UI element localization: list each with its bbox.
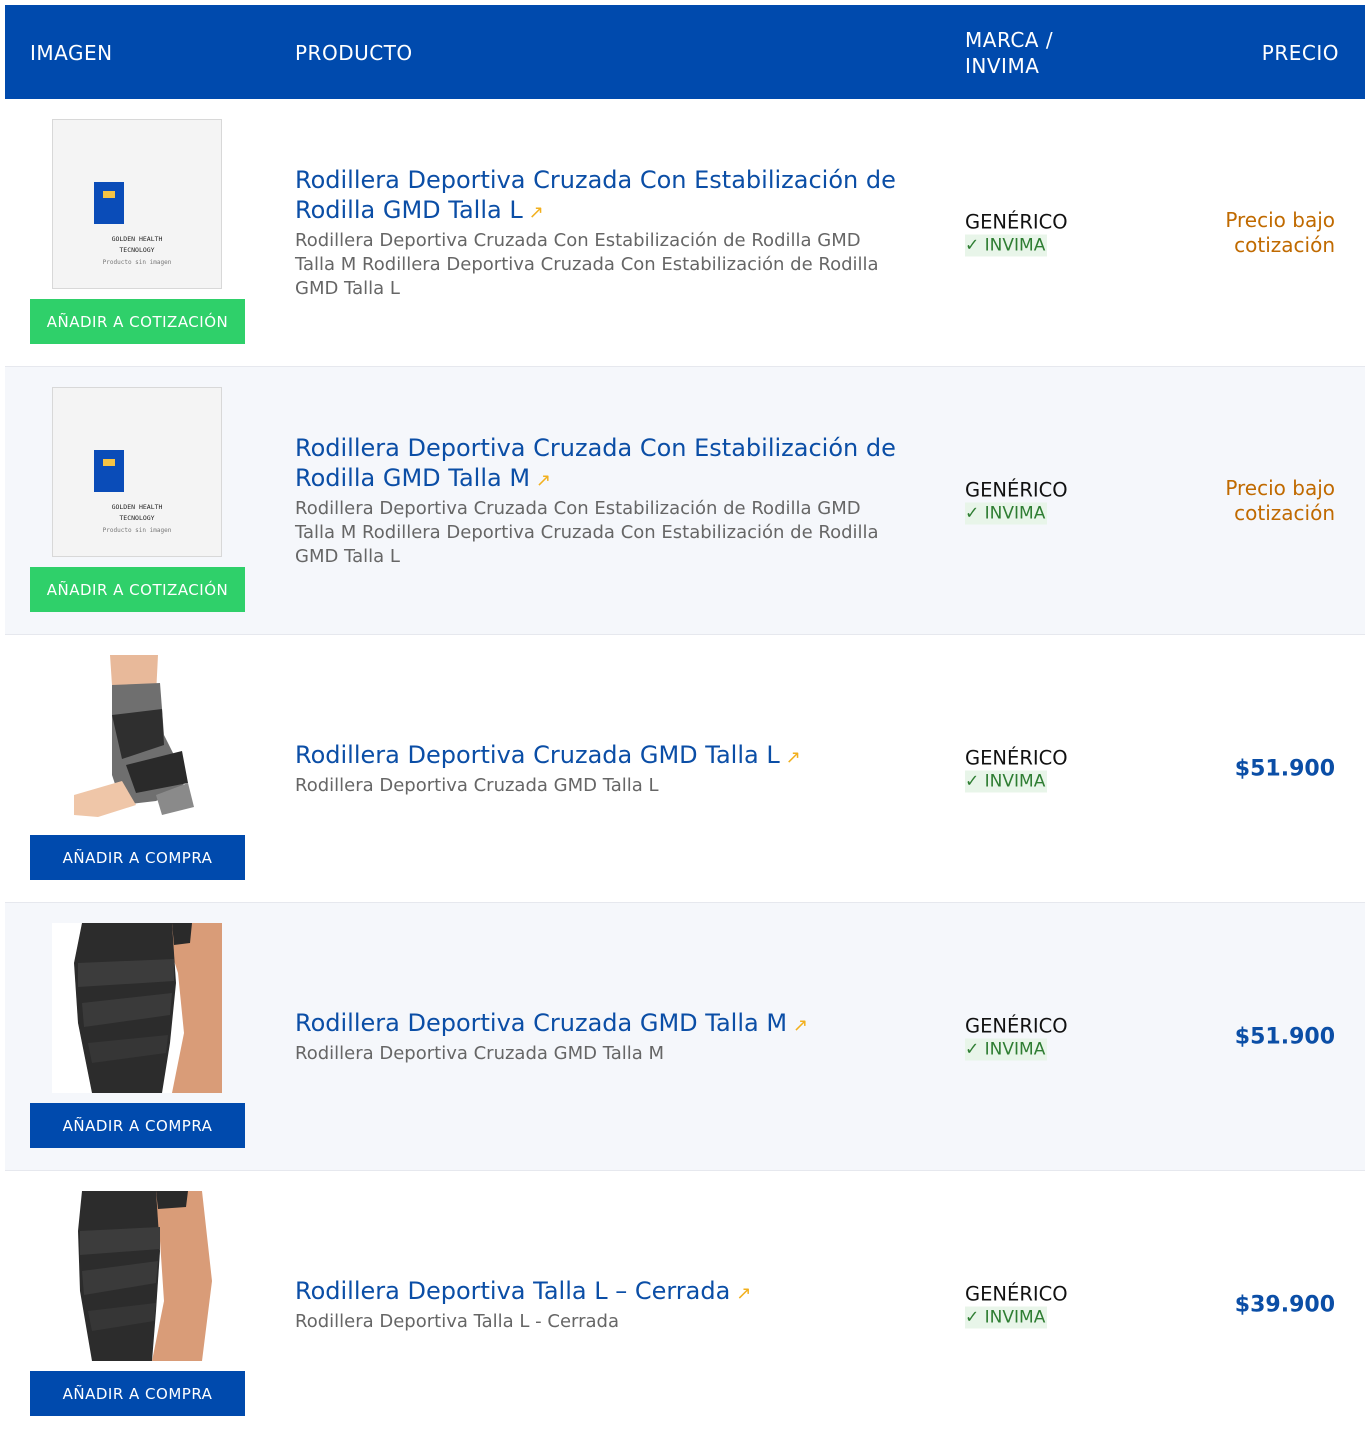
invima-badge: ✓ INVIMA bbox=[965, 770, 1048, 792]
add-to-cart-button[interactable]: AÑADIR A COMPRA bbox=[30, 1103, 245, 1148]
header-brand-invima: MARCA / INVIMA bbox=[965, 28, 1054, 78]
external-link-icon: ↗ bbox=[536, 469, 552, 491]
invima-badge: ✓ INVIMA bbox=[965, 1306, 1048, 1328]
table-row: GOLDEN HEALTH TECNOLOGY Producto sin imag… bbox=[5, 99, 1365, 367]
placeholder-logo-icon bbox=[94, 450, 124, 492]
table-header: IMAGEN PRODUCTO MARCA / INVIMA PRECIO bbox=[5, 5, 1365, 99]
product-description: Rodillera Deportiva Cruzada GMD Talla L bbox=[295, 774, 659, 796]
table-row: AÑADIR A COMPRA Rodillera Deportiva Cruz… bbox=[5, 635, 1365, 903]
product-title-link[interactable]: Rodillera Deportiva Cruzada Con Estabili… bbox=[295, 165, 905, 228]
header-image: IMAGEN bbox=[30, 41, 113, 65]
price: $51.900 bbox=[1234, 756, 1335, 781]
header-product: PRODUCTO bbox=[295, 41, 413, 65]
price: $51.900 bbox=[1234, 1024, 1335, 1049]
invima-badge: ✓ INVIMA bbox=[965, 502, 1048, 524]
price-quote: Precio bajo cotización bbox=[1225, 207, 1335, 257]
price-quote: Precio bajo cotización bbox=[1225, 475, 1335, 525]
table-row: AÑADIR A COMPRA Rodillera Deportiva Tall… bbox=[5, 1171, 1365, 1438]
add-to-quote-button[interactable]: AÑADIR A COTIZACIÓN bbox=[30, 567, 245, 612]
table-row: AÑADIR A COMPRA Rodillera Deportiva Cruz… bbox=[5, 903, 1365, 1171]
product-title-link[interactable]: Rodillera Deportiva Cruzada GMD Talla M ↗ bbox=[295, 1008, 905, 1041]
add-to-quote-button[interactable]: AÑADIR A COTIZACIÓN bbox=[30, 299, 245, 344]
placeholder-logo-icon bbox=[94, 182, 124, 224]
external-link-icon: ↗ bbox=[785, 746, 801, 768]
knee-brace-photo bbox=[52, 1191, 222, 1361]
price: $39.900 bbox=[1234, 1292, 1335, 1317]
external-link-icon: ↗ bbox=[528, 201, 544, 223]
product-title-link[interactable]: Rodillera Deportiva Talla L – Cerrada ↗ bbox=[295, 1276, 905, 1309]
brand-name: GENÉRICO bbox=[965, 210, 1068, 233]
ankle-brace-photo bbox=[52, 655, 222, 825]
products-table: IMAGEN PRODUCTO MARCA / INVIMA PRECIO GO… bbox=[5, 5, 1365, 1438]
product-description: Rodillera Deportiva Cruzada Con Estabili… bbox=[295, 497, 879, 567]
header-price: PRECIO bbox=[1261, 41, 1339, 65]
product-description: Rodillera Deportiva Talla L - Cerrada bbox=[295, 1310, 619, 1332]
product-description: Rodillera Deportiva Cruzada Con Estabili… bbox=[295, 229, 879, 299]
invima-badge: ✓ INVIMA bbox=[965, 1038, 1048, 1060]
brand-name: GENÉRICO bbox=[965, 478, 1068, 501]
add-to-cart-button[interactable]: AÑADIR A COMPRA bbox=[30, 835, 245, 880]
external-link-icon: ↗ bbox=[793, 1014, 809, 1036]
external-link-icon: ↗ bbox=[736, 1282, 752, 1304]
brand-name: GENÉRICO bbox=[965, 746, 1068, 769]
product-placeholder-image: GOLDEN HEALTH TECNOLOGY Producto sin imag… bbox=[52, 387, 222, 557]
product-description: Rodillera Deportiva Cruzada GMD Talla M bbox=[295, 1042, 665, 1064]
brand-name: GENÉRICO bbox=[965, 1014, 1068, 1037]
table-row: GOLDEN HEALTH TECNOLOGY Producto sin imag… bbox=[5, 367, 1365, 635]
product-title-link[interactable]: Rodillera Deportiva Cruzada GMD Talla L ↗ bbox=[295, 740, 905, 773]
knee-brace-photo bbox=[52, 923, 222, 1093]
product-placeholder-image: GOLDEN HEALTH TECNOLOGY Producto sin imag… bbox=[52, 119, 222, 289]
invima-badge: ✓ INVIMA bbox=[965, 234, 1048, 256]
product-title-link[interactable]: Rodillera Deportiva Cruzada Con Estabili… bbox=[295, 433, 905, 496]
brand-name: GENÉRICO bbox=[965, 1282, 1068, 1305]
add-to-cart-button[interactable]: AÑADIR A COMPRA bbox=[30, 1371, 245, 1416]
